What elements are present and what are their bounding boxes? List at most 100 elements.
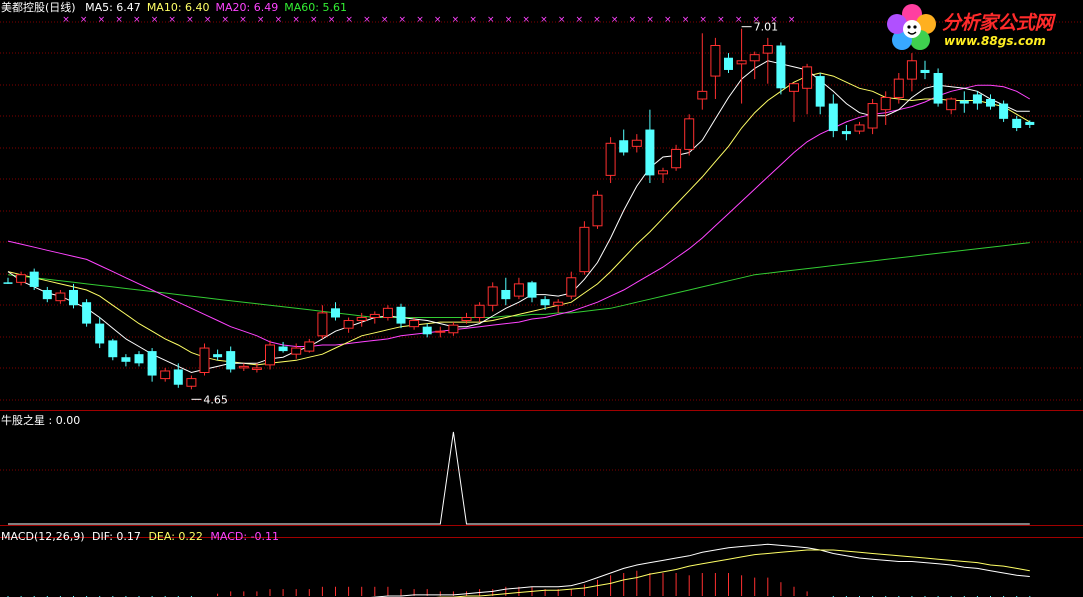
top-marker: × [487,15,495,25]
candle-body [684,118,695,150]
candle-body [160,370,171,380]
candle-body [933,73,943,104]
top-marker: × [204,15,212,25]
candle-body [474,304,485,318]
candle-body [776,45,786,89]
candle-body [527,282,537,298]
candle-body [1012,118,1022,129]
candle-body [382,307,393,318]
candle-body [409,320,420,328]
macd-name: MACD(12,26,9) [1,530,85,543]
top-marker: × [699,15,707,25]
indicator-label: 牛股之星 : 0.00 [1,414,81,427]
top-marker: × [629,15,637,25]
top-marker: × [328,15,336,25]
candle-body [645,129,655,176]
candle-body [42,289,52,300]
candle-body [238,365,249,369]
logo-url: www.88gs.com [944,34,1046,48]
price-annotation: 7.01 [754,21,779,34]
candle-body [854,124,865,132]
stock-title: 美都控股(日线) [1,1,76,14]
candle-body [736,60,747,65]
candle-body [304,341,315,352]
candle-body [95,323,105,344]
candle-body [29,271,39,287]
candle-body [631,139,642,147]
candle-body [121,357,131,362]
candle-body [513,283,524,297]
candle-body [566,277,577,297]
candle-body [920,69,930,74]
candle-body [880,96,891,111]
candle-body [134,354,144,364]
candle-body [592,194,603,227]
stock-chart[interactable]: × × × × × × × × × × × × × × × × × × × × × × × × × × × × × × × × × × × × × × × ×… [0,0,1083,597]
candle-body [972,94,982,104]
top-marker: × [399,15,407,25]
top-marker: × [257,15,265,25]
top-marker: × [345,15,353,25]
top-marker: × [80,15,88,25]
candle-body [356,316,367,322]
candle-body [3,282,13,284]
candle-body [435,330,446,333]
ma-legend: MA5: 6.47 MA10: 6.40 MA20: 6.49 MA60: 5.61 [79,1,347,14]
candle-body [186,378,197,387]
candle-body [697,90,708,100]
candle-body [448,324,459,334]
candle-body [251,367,262,370]
candle-body [343,320,354,329]
candle-body [553,301,564,306]
logo-text: 分析家公式网 [942,12,1054,34]
candle-body [1025,121,1035,125]
top-marker: × [646,15,654,25]
candle-body [579,226,590,273]
top-marker: × [735,15,743,25]
top-marker: × [505,15,513,25]
top-marker: × [168,15,176,25]
candle-body [265,344,275,366]
top-marker: × [310,15,318,25]
candle-body [959,100,969,104]
price-annotation: 4.65 [203,393,228,406]
candle-body [82,302,92,324]
candle-body [671,148,682,169]
candle-body [16,274,27,283]
top-marker: × [363,15,371,25]
candle-body [396,306,406,324]
candle-body [422,326,432,335]
top-marker: × [222,15,230,25]
top-marker: × [717,15,725,25]
candle-body [291,347,302,355]
top-marker: × [133,15,141,25]
top-marker: × [98,15,106,25]
ma-legend-item: MA5: 6.47 [85,1,141,14]
candle-body [199,347,210,373]
candle-body [802,66,813,89]
candle-body [893,78,904,98]
top-marker: × [469,15,477,25]
top-marker: × [540,15,548,25]
top-marker: × [416,15,424,25]
candle-body [173,369,183,385]
candle-body [867,103,878,129]
candle-body [278,346,288,352]
chart-background [0,0,1083,597]
ma-legend-item: MA10: 6.40 [146,1,210,14]
candle-body [946,98,957,111]
top-marker: × [292,15,300,25]
top-marker: × [452,15,460,25]
macd-dea: DEA: 0.22 [148,530,203,543]
candle-body [461,316,472,322]
top-marker: × [558,15,566,25]
candle-body [724,57,733,70]
top-marker: × [275,15,283,25]
candle-body [619,140,629,153]
candle-body [55,292,66,302]
candle-body [986,98,995,107]
candle-body [762,45,773,54]
candle-body [369,313,380,318]
candle-body [658,170,668,175]
macd-header: MACD(12,26,9) DIF: 0.17 DEA: 0.22 MACD: … [1,530,279,543]
